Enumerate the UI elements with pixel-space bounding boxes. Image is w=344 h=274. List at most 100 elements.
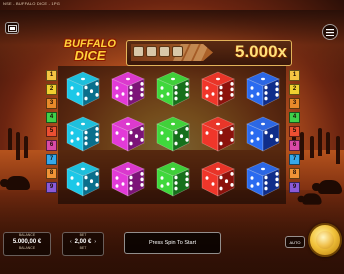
die-pip	[115, 184, 119, 188]
die-pip	[171, 122, 175, 126]
die-pip	[140, 172, 144, 176]
die-reel3-row3	[154, 160, 192, 198]
payline-left-1: 1	[46, 70, 57, 81]
die-reel5-row3	[244, 160, 282, 198]
die-pip	[95, 183, 99, 187]
die-pip	[174, 85, 178, 90]
payline-left-3: 3	[46, 98, 57, 109]
top-bar: NSE - BUFFALO DICE - 1PG	[0, 0, 344, 40]
die-pip	[230, 87, 234, 92]
payline-left-7: 7	[46, 154, 57, 165]
tree-silhouette	[24, 136, 28, 158]
die-pip	[166, 137, 170, 141]
die-pip	[115, 131, 119, 135]
die-pip	[261, 77, 265, 81]
die-pip	[275, 82, 279, 86]
die-pip	[174, 91, 178, 95]
die-pip	[166, 92, 170, 96]
die-pip	[84, 96, 88, 101]
die-reel3-row1	[154, 70, 192, 108]
die-pip	[81, 122, 85, 126]
die-pip	[84, 130, 88, 135]
die-pip	[269, 134, 274, 139]
balance-value: 5.000,00 €	[12, 239, 42, 245]
die-pip	[140, 87, 144, 92]
die-pip	[250, 176, 254, 180]
die-pip	[140, 183, 144, 187]
die-pip	[81, 167, 85, 171]
die-pip	[129, 181, 133, 185]
die-pip	[160, 131, 164, 135]
die-pip	[121, 137, 125, 141]
spin-button[interactable]	[308, 223, 342, 257]
die-pip	[95, 82, 99, 86]
die-pip	[275, 87, 279, 92]
die-pip	[264, 181, 268, 185]
tree-silhouette	[16, 132, 20, 160]
die-pip	[140, 93, 144, 97]
game-logo: BUFFALO DICE	[58, 38, 122, 66]
die-pip	[174, 186, 178, 191]
bet-increase-icon[interactable]: ›	[94, 239, 96, 245]
buffalo-silhouette	[297, 193, 322, 205]
die-pip	[166, 182, 170, 186]
die-pip	[230, 138, 234, 142]
die-pip	[219, 175, 223, 180]
die-reel4-row1	[199, 70, 237, 108]
die-reel2-row3	[109, 160, 147, 198]
die-reel4-row3	[199, 160, 237, 198]
payline-right-8: 8	[289, 168, 300, 179]
status-message: Press Spin To Start	[149, 240, 196, 246]
payline-right-3: 3	[289, 98, 300, 109]
window-title: NSE - BUFFALO DICE - 1PG	[3, 1, 61, 6]
die-pip	[256, 92, 260, 96]
payline-right-2: 2	[289, 84, 300, 95]
die-reel3-row2	[154, 115, 192, 153]
die-pip	[211, 182, 215, 186]
die-pip	[219, 91, 223, 95]
die-pip	[256, 137, 260, 141]
die-pip	[174, 130, 178, 135]
die-pip	[219, 85, 223, 90]
die-pip	[95, 93, 99, 97]
die-pip	[76, 137, 80, 141]
die-pip	[264, 186, 268, 191]
die-pip	[140, 138, 144, 142]
bet-decrease-icon[interactable]: ‹	[70, 239, 72, 245]
die-reel1-row3	[64, 160, 102, 198]
die-reel5-row1	[244, 70, 282, 108]
die-pip	[185, 87, 189, 92]
payline-left-9: 9	[46, 182, 57, 193]
die-pip	[230, 172, 234, 176]
die-pip	[84, 141, 88, 146]
die-pip	[256, 182, 260, 186]
die-pip	[121, 182, 125, 186]
die-pip	[216, 77, 220, 81]
die-pip	[115, 94, 119, 98]
die-pip	[219, 141, 223, 146]
balance-display: BALANCE 5.000,00 € BALANCE	[3, 232, 51, 256]
payline-left-4: 4	[46, 112, 57, 123]
die-pip	[84, 136, 88, 140]
die-pip	[84, 85, 88, 90]
tree-silhouette	[336, 136, 340, 164]
payline-left-2: 2	[46, 84, 57, 95]
die-pip	[219, 186, 223, 191]
message-box: Press Spin To Start	[124, 232, 221, 254]
hamburger-menu-icon[interactable]	[322, 24, 338, 40]
max-win-banner: 5.000x	[126, 40, 292, 66]
die-pip	[115, 86, 119, 90]
die-pip	[174, 175, 178, 180]
die-pip	[261, 122, 265, 126]
die-pip	[126, 122, 130, 126]
die-pip	[129, 85, 133, 90]
autoplay-button[interactable]: AUTO	[285, 236, 305, 248]
screen-toggle-icon[interactable]	[5, 22, 19, 34]
die-pip	[230, 183, 234, 187]
die-pip	[174, 181, 178, 185]
die-pip	[205, 176, 209, 180]
die-pip	[250, 131, 254, 135]
buffalo-silhouette	[0, 176, 30, 190]
die-reel4-row2	[199, 115, 237, 153]
die-pip	[140, 82, 144, 86]
